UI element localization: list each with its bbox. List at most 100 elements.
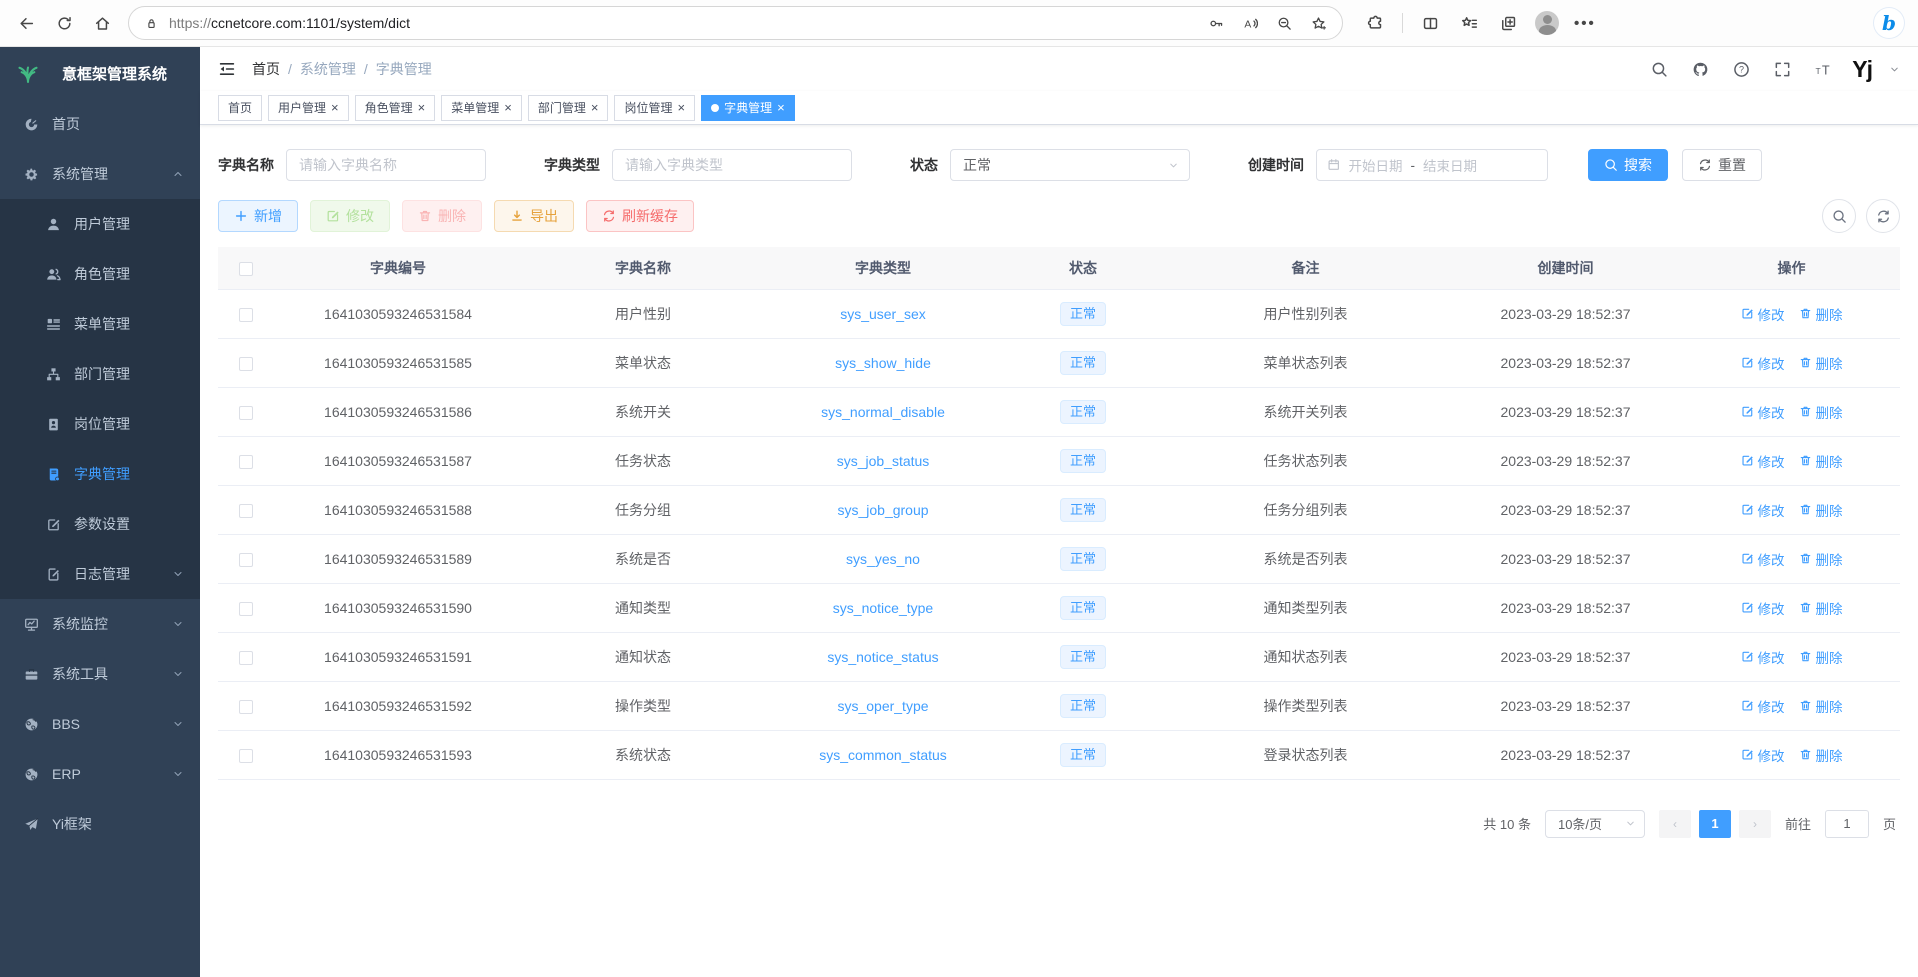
- back-icon[interactable]: [14, 11, 38, 35]
- row-delete-button[interactable]: 删除: [1799, 402, 1843, 422]
- row-edit-button[interactable]: 修改: [1741, 696, 1785, 716]
- row-checkbox[interactable]: [239, 308, 253, 322]
- row-delete-button[interactable]: 删除: [1799, 696, 1843, 716]
- row-checkbox[interactable]: [239, 651, 253, 665]
- sidebar-item-首页[interactable]: 首页: [0, 99, 200, 149]
- profile-avatar[interactable]: [1535, 11, 1559, 35]
- row-delete-button[interactable]: 删除: [1799, 745, 1843, 765]
- edit-button[interactable]: 修改: [310, 200, 390, 232]
- row-edit-button[interactable]: 修改: [1741, 549, 1785, 569]
- reload-icon[interactable]: [52, 11, 76, 35]
- tab-用户管理[interactable]: 用户管理×: [268, 95, 349, 121]
- row-delete-button[interactable]: 删除: [1799, 451, 1843, 471]
- select-all-checkbox[interactable]: [239, 262, 253, 276]
- page-number-1[interactable]: 1: [1699, 810, 1731, 838]
- favorite-add-icon[interactable]: [1308, 11, 1328, 35]
- dict-type-link[interactable]: sys_notice_status: [827, 649, 938, 665]
- row-delete-button[interactable]: 删除: [1799, 647, 1843, 667]
- row-checkbox[interactable]: [239, 357, 253, 371]
- page-size-select[interactable]: 10条/页: [1545, 810, 1645, 838]
- close-icon[interactable]: ×: [418, 101, 426, 114]
- search-icon[interactable]: [1647, 57, 1671, 81]
- row-edit-button[interactable]: 修改: [1741, 402, 1785, 422]
- next-page-button[interactable]: ›: [1739, 810, 1771, 838]
- search-button[interactable]: 搜索: [1588, 149, 1668, 181]
- sidebar-item-岗位管理[interactable]: 岗位管理: [0, 399, 200, 449]
- sidebar-item-系统监控[interactable]: 系统监控: [0, 599, 200, 649]
- row-edit-button[interactable]: 修改: [1741, 500, 1785, 520]
- sidebar-item-BBS[interactable]: BBS: [0, 699, 200, 749]
- dict-type-link[interactable]: sys_job_status: [837, 453, 930, 469]
- dict-type-link[interactable]: sys_oper_type: [837, 698, 928, 714]
- help-icon[interactable]: ?: [1729, 57, 1753, 81]
- row-delete-button[interactable]: 删除: [1799, 304, 1843, 324]
- split-screen-icon[interactable]: [1418, 11, 1442, 35]
- status-select[interactable]: 正常: [950, 149, 1190, 181]
- favorites-bar-icon[interactable]: [1457, 11, 1481, 35]
- row-checkbox[interactable]: [239, 602, 253, 616]
- close-icon[interactable]: ×: [777, 101, 785, 114]
- show-search-button[interactable]: [1822, 199, 1856, 233]
- sidebar-item-角色管理[interactable]: 角色管理: [0, 249, 200, 299]
- sidebar-item-字典管理[interactable]: 字典管理: [0, 449, 200, 499]
- sidebar-item-参数设置[interactable]: 参数设置: [0, 499, 200, 549]
- row-checkbox[interactable]: [239, 700, 253, 714]
- tab-字典管理[interactable]: 字典管理×: [701, 95, 795, 121]
- dict-name-input[interactable]: [286, 149, 486, 181]
- row-checkbox[interactable]: [239, 504, 253, 518]
- dict-type-link[interactable]: sys_yes_no: [846, 551, 920, 567]
- row-delete-button[interactable]: 删除: [1799, 353, 1843, 373]
- extensions-icon[interactable]: [1363, 11, 1387, 35]
- refresh-cache-button[interactable]: 刷新缓存: [586, 200, 694, 232]
- font-size-icon[interactable]: TT: [1811, 57, 1835, 81]
- row-checkbox[interactable]: [239, 749, 253, 763]
- sidebar-item-ERP[interactable]: ERP: [0, 749, 200, 799]
- dict-type-link[interactable]: sys_notice_type: [833, 600, 933, 616]
- more-icon[interactable]: •••: [1574, 15, 1596, 32]
- close-icon[interactable]: ×: [504, 101, 512, 114]
- sidebar-item-日志管理[interactable]: 日志管理: [0, 549, 200, 599]
- row-checkbox[interactable]: [239, 553, 253, 567]
- row-edit-button[interactable]: 修改: [1741, 647, 1785, 667]
- reset-button[interactable]: 重置: [1682, 149, 1762, 181]
- close-icon[interactable]: ×: [331, 101, 339, 114]
- key-icon[interactable]: [1206, 11, 1226, 35]
- goto-page-input[interactable]: [1825, 810, 1869, 838]
- sidebar-item-系统管理[interactable]: 系统管理: [0, 149, 200, 199]
- row-edit-button[interactable]: 修改: [1741, 598, 1785, 618]
- row-edit-button[interactable]: 修改: [1741, 304, 1785, 324]
- dict-type-link[interactable]: sys_show_hide: [835, 355, 931, 371]
- row-checkbox[interactable]: [239, 455, 253, 469]
- row-edit-button[interactable]: 修改: [1741, 451, 1785, 471]
- tab-菜单管理[interactable]: 菜单管理×: [441, 95, 522, 121]
- row-edit-button[interactable]: 修改: [1741, 745, 1785, 765]
- dict-type-link[interactable]: sys_common_status: [819, 747, 947, 763]
- sidebar-item-系统工具[interactable]: 系统工具: [0, 649, 200, 699]
- row-delete-button[interactable]: 删除: [1799, 500, 1843, 520]
- dict-type-link[interactable]: sys_job_group: [837, 502, 928, 518]
- sidebar-collapse-icon[interactable]: [218, 60, 236, 78]
- collections-icon[interactable]: [1496, 11, 1520, 35]
- chevron-down-icon[interactable]: [1889, 64, 1900, 75]
- close-icon[interactable]: ×: [591, 101, 599, 114]
- bing-icon[interactable]: b: [1874, 8, 1904, 38]
- app-logo[interactable]: 意框架管理系统: [0, 47, 200, 99]
- sidebar-item-菜单管理[interactable]: 菜单管理: [0, 299, 200, 349]
- url-text[interactable]: https://ccnetcore.com:1101/system/dict: [169, 15, 1196, 31]
- sidebar-item-用户管理[interactable]: 用户管理: [0, 199, 200, 249]
- prev-page-button[interactable]: ‹: [1659, 810, 1691, 838]
- delete-button[interactable]: 删除: [402, 200, 482, 232]
- tab-首页[interactable]: 首页: [218, 95, 262, 121]
- zoom-out-icon[interactable]: [1274, 11, 1294, 35]
- breadcrumb-item-首页[interactable]: 首页: [252, 59, 280, 79]
- sidebar-item-Yi框架[interactable]: Yi框架: [0, 799, 200, 849]
- date-range-picker[interactable]: 开始日期 - 结束日期: [1316, 149, 1548, 181]
- read-aloud-icon[interactable]: A: [1240, 11, 1260, 35]
- sidebar-item-部门管理[interactable]: 部门管理: [0, 349, 200, 399]
- dict-type-link[interactable]: sys_user_sex: [840, 306, 926, 322]
- tab-部门管理[interactable]: 部门管理×: [528, 95, 609, 121]
- fullscreen-icon[interactable]: [1770, 57, 1794, 81]
- user-logo[interactable]: Yj: [1852, 56, 1872, 83]
- close-icon[interactable]: ×: [677, 101, 685, 114]
- tab-角色管理[interactable]: 角色管理×: [355, 95, 436, 121]
